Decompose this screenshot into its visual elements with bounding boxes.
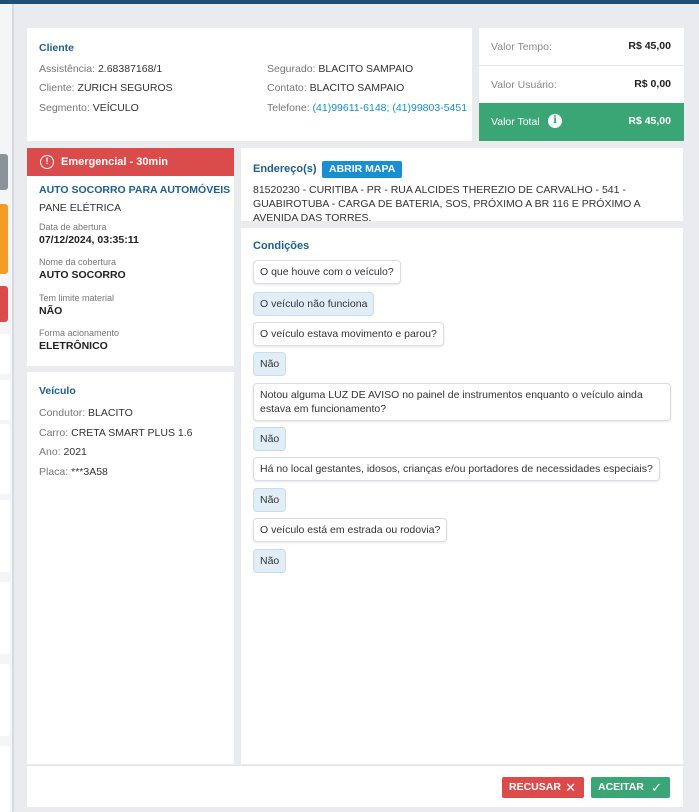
client-title: Cliente: [39, 42, 75, 54]
valor-usuario-row: Valor Usuário: R$ 0,00: [479, 66, 684, 104]
condition-answer: O veículo não funciona: [253, 292, 375, 316]
acionamento-label: Forma acionamento: [39, 328, 120, 338]
footer-bar: RECUSAR ✕ ACEITAR ✓: [27, 765, 683, 807]
condition-answer: Não: [253, 549, 287, 573]
assistencia-row: Assistência: 2.68387168/1: [39, 63, 163, 75]
sidebar-card[interactable]: [0, 746, 10, 812]
problem-text: PANE ELÉTRICA: [39, 202, 122, 214]
address-title: Endereço(s): [253, 163, 317, 175]
alert-circle-icon: !: [40, 155, 54, 169]
telefone-row: Telefone: (41)99611-6148; (41)99803-5451: [267, 102, 468, 114]
condutor-row: Condutor: BLACITO: [39, 407, 133, 419]
carro-row: Carro: CRETA SMART PLUS 1.6: [39, 427, 193, 439]
valor-tempo-row: Valor Tempo: R$ 45,00: [479, 28, 684, 66]
sidebar-card[interactable]: [0, 582, 10, 654]
sidebar-tab-orange[interactable]: [0, 204, 8, 274]
condition-answer: Não: [253, 488, 287, 512]
address-panel: Endereço(s) ABRIR MAPA 81520230 - CURITI…: [241, 148, 683, 224]
condition-question: Notou alguma LUZ DE AVISO no painel de i…: [253, 383, 671, 421]
sidebar-card[interactable]: [0, 500, 10, 572]
sidebar-tab-red[interactable]: [0, 286, 8, 322]
emergency-panel: ! Emergencial - 30min AUTO SOCORRO PARA …: [27, 148, 234, 366]
vehicle-panel: Veículo Condutor: BLACITO Carro: CRETA S…: [27, 372, 234, 764]
ano-row: Ano: 2021: [39, 446, 87, 458]
sidebar-tab-gray[interactable]: [0, 154, 8, 190]
sidebar-card[interactable]: [0, 380, 10, 420]
condition-answer: Não: [253, 427, 287, 451]
reject-button[interactable]: RECUSAR ✕: [502, 777, 584, 798]
condition-question: O veículo estava movimento e parou?: [253, 322, 444, 346]
info-icon[interactable]: i: [548, 114, 562, 128]
emergency-header: ! Emergencial - 30min: [27, 148, 234, 176]
condition-question: O que houve com o veículo?: [253, 260, 401, 284]
segurado-row: Segurado: BLACITO SAMPAIO: [267, 63, 414, 75]
sidebar-card[interactable]: [0, 664, 10, 736]
conditions-title: Condições: [253, 240, 310, 252]
condition-answer: Não: [253, 352, 287, 376]
check-icon: ✓: [651, 780, 662, 795]
acionamento-value: ELETRÔNICO: [39, 340, 108, 352]
abertura-label: Data de abertura: [39, 222, 107, 232]
open-map-button[interactable]: ABRIR MAPA: [322, 161, 403, 178]
telefone-link[interactable]: (41)99611-6148; (41)99803-5451: [313, 102, 468, 114]
conditions-panel: Condições O que houve com o veículo? O v…: [241, 228, 683, 764]
abertura-value: 07/12/2024, 03:35:11: [39, 234, 139, 246]
values-panel: Valor Tempo: R$ 45,00 Valor Usuário: R$ …: [479, 28, 684, 141]
cobertura-label: Nome da cobertura: [39, 257, 117, 267]
close-icon: ✕: [565, 780, 576, 795]
service-title: AUTO SOCORRO PARA AUTOMÓVEIS: [39, 184, 231, 196]
sidebar-card[interactable]: [0, 334, 10, 374]
valor-total-row: Valor Total i R$ 45,00: [479, 103, 684, 141]
placa-row: Placa: ***3A58: [39, 466, 108, 478]
contato-row: Contato: BLACITO SAMPAIO: [267, 82, 405, 94]
limite-label: Tem limite material: [39, 293, 115, 303]
address-text: 81520230 - CURITIBA - PR - RUA ALCIDES T…: [253, 184, 641, 224]
condition-question: Há no local gestantes, idosos, crianças …: [253, 457, 660, 481]
limite-value: NÃO: [39, 305, 63, 317]
top-bar: [0, 0, 699, 4]
segmento-row: Segmento: VEÍCULO: [39, 102, 139, 114]
vehicle-title: Veículo: [39, 385, 76, 397]
condition-question: O veículo está em estrada ou rodovia?: [253, 518, 448, 542]
client-panel: Cliente Assistência: 2.68387168/1 Client…: [27, 28, 472, 141]
cobertura-value: AUTO SOCORRO: [39, 269, 126, 281]
accept-button[interactable]: ACEITAR ✓: [591, 777, 670, 798]
sidebar-card[interactable]: [0, 424, 10, 494]
cliente-row: Cliente: ZURICH SEGUROS: [39, 82, 173, 94]
left-sidebar-strip: [0, 4, 14, 812]
